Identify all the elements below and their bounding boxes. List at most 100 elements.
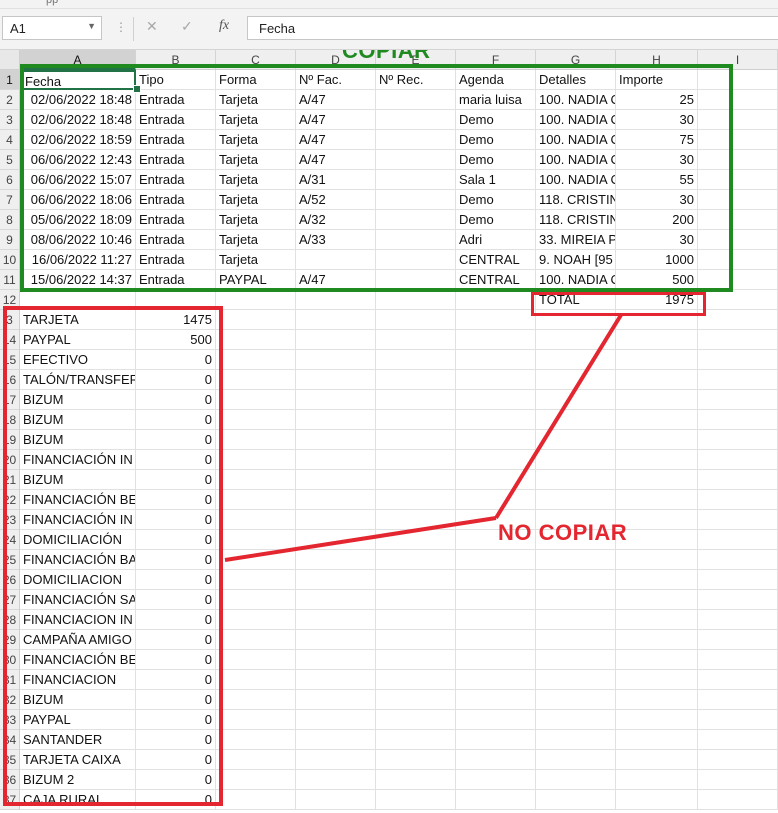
cell[interactable] [216,370,296,390]
cell[interactable] [376,510,456,530]
cell[interactable] [616,750,698,770]
cell[interactable] [376,310,456,330]
data-cell[interactable]: Tarjeta [216,90,296,110]
cell[interactable] [456,430,536,450]
cell[interactable] [616,330,698,350]
data-cell[interactable]: 200 [616,210,698,230]
cell[interactable] [698,650,778,670]
cancel-icon[interactable]: ✕ [146,18,158,35]
row-header[interactable]: 8 [0,210,20,230]
summary-value-cell[interactable]: 0 [136,450,216,470]
data-cell[interactable]: 30 [616,110,698,130]
cell[interactable] [216,430,296,450]
cell[interactable] [296,390,376,410]
cell[interactable] [616,590,698,610]
row-header[interactable]: 26 [0,570,20,590]
row-header[interactable]: 29 [0,630,20,650]
cell[interactable] [456,490,536,510]
column-header[interactable]: C [216,50,296,70]
cell[interactable] [536,670,616,690]
data-cell[interactable]: 02/06/2022 18:48 [20,90,136,110]
cell[interactable] [216,350,296,370]
cell[interactable] [296,590,376,610]
row-header[interactable]: 25 [0,550,20,570]
data-cell[interactable]: 100. NADIA C [536,110,616,130]
data-cell[interactable]: 500 [616,270,698,290]
summary-value-cell[interactable]: 0 [136,550,216,570]
cell[interactable] [536,450,616,470]
data-cell[interactable]: Tarjeta [216,190,296,210]
row-header[interactable]: 3 [0,310,20,330]
summary-value-cell[interactable]: 0 [136,490,216,510]
cell[interactable] [296,650,376,670]
row-header[interactable]: 24 [0,530,20,550]
cell[interactable] [698,630,778,650]
cell[interactable] [376,470,456,490]
summary-name-cell[interactable]: BIZUM 2 [20,770,136,790]
cell[interactable] [616,630,698,650]
cell[interactable] [376,690,456,710]
cell[interactable] [296,310,376,330]
cell[interactable] [216,410,296,430]
data-cell[interactable]: Entrada [136,250,216,270]
summary-value-cell[interactable]: 0 [136,410,216,430]
cell[interactable] [216,670,296,690]
cell[interactable] [698,690,778,710]
data-cell[interactable]: 100. NADIA C [536,170,616,190]
cell[interactable] [698,210,778,230]
cell[interactable] [296,470,376,490]
cell[interactable] [536,710,616,730]
cell[interactable] [616,710,698,730]
row-header[interactable]: 11 [0,270,20,290]
data-cell[interactable]: 100. NADIA C [536,90,616,110]
data-cell[interactable] [376,190,456,210]
cell[interactable] [616,390,698,410]
data-cell[interactable]: A/33 [296,230,376,250]
total-label-cell[interactable]: TOTAL [536,290,616,310]
cell[interactable] [376,530,456,550]
cell[interactable] [216,530,296,550]
data-cell[interactable]: Demo [456,110,536,130]
insert-function-button[interactable]: fx [219,18,229,34]
summary-value-cell[interactable]: 0 [136,590,216,610]
column-header[interactable]: I [698,50,778,70]
cell[interactable] [698,570,778,590]
cell[interactable] [216,310,296,330]
header-cell[interactable]: Importe [616,70,698,90]
cell[interactable] [456,550,536,570]
data-cell[interactable]: 75 [616,130,698,150]
cell[interactable] [698,390,778,410]
data-cell[interactable]: maria luisa [456,90,536,110]
cell[interactable] [376,730,456,750]
cell[interactable] [698,610,778,630]
cell[interactable] [456,350,536,370]
data-cell[interactable]: A/32 [296,210,376,230]
summary-name-cell[interactable]: CAJA RURAL [20,790,136,810]
row-header[interactable]: 28 [0,610,20,630]
total-value-cell[interactable]: 1975 [616,290,698,310]
cell[interactable] [216,690,296,710]
cell[interactable] [376,550,456,570]
cell[interactable] [616,690,698,710]
data-cell[interactable]: 25 [616,90,698,110]
cell[interactable] [698,470,778,490]
summary-value-cell[interactable]: 1475 [136,310,216,330]
data-cell[interactable]: 1000 [616,250,698,270]
summary-name-cell[interactable]: FINANCIACION [20,670,136,690]
cell[interactable] [698,450,778,470]
summary-name-cell[interactable]: DOMICILIACIÓN [20,530,136,550]
cell[interactable] [456,290,536,310]
data-cell[interactable]: A/47 [296,130,376,150]
cell[interactable] [536,770,616,790]
row-header[interactable]: 12 [0,290,20,310]
cell[interactable] [536,630,616,650]
data-cell[interactable]: Entrada [136,90,216,110]
cell[interactable] [698,370,778,390]
cell[interactable] [698,250,778,270]
cell[interactable] [296,370,376,390]
header-cell[interactable]: Fecha [20,70,136,90]
cell[interactable] [698,510,778,530]
cell[interactable] [216,710,296,730]
cell[interactable] [698,190,778,210]
cell[interactable] [296,290,376,310]
